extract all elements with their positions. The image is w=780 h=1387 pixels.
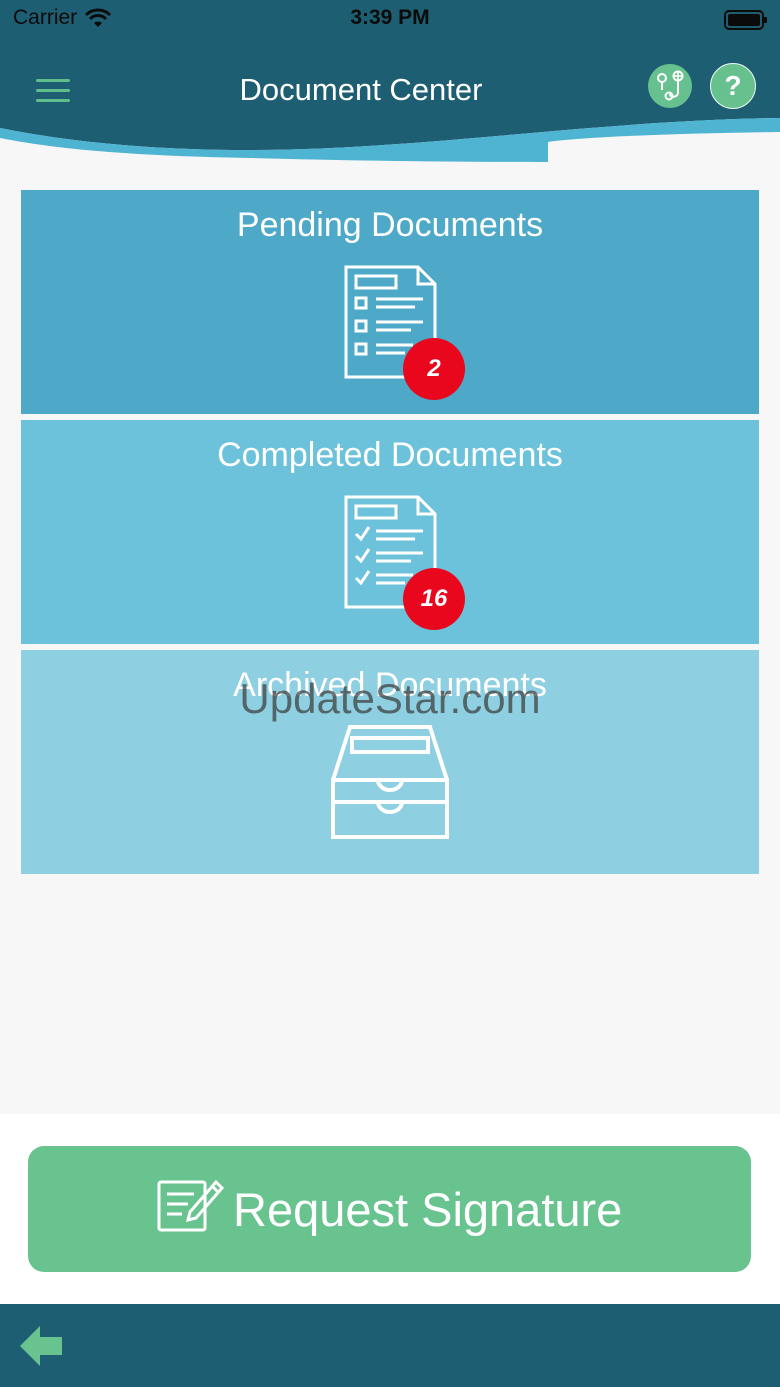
page-title: Document Center — [239, 72, 483, 107]
archived-documents-label: Archived Documents — [233, 666, 547, 704]
status-time: 3:39 PM — [350, 6, 430, 29]
map-pins-icon[interactable] — [648, 64, 692, 108]
completed-count-badge: 16 — [403, 568, 465, 630]
pending-documents-label: Pending Documents — [236, 206, 544, 244]
bottom-toolbar — [0, 1304, 780, 1387]
document-center-screen: Carrier 3:39 PM Document Center ? Pendin… — [0, 0, 780, 1387]
help-glyph: ? — [724, 70, 742, 101]
completed-documents-card[interactable]: Completed Documents 16 — [21, 420, 759, 644]
archived-documents-card[interactable]: Archived Documents — [21, 650, 759, 874]
request-signature-button[interactable]: Request Signature — [28, 1146, 751, 1272]
sign-document-icon — [157, 1179, 224, 1232]
pending-count-badge: 2 — [403, 338, 465, 400]
help-icon[interactable]: ? — [710, 63, 756, 109]
pending-documents-card[interactable]: Pending Documents 2 — [21, 190, 759, 414]
app-header: Carrier 3:39 PM Document Center ? — [0, 0, 780, 170]
battery-icon — [724, 9, 768, 37]
back-arrow-icon[interactable] — [18, 1323, 64, 1369]
completed-documents-label: Completed Documents — [217, 436, 563, 474]
request-signature-label: Request Signature — [233, 1183, 623, 1236]
archive-drawer-icon — [331, 725, 449, 839]
